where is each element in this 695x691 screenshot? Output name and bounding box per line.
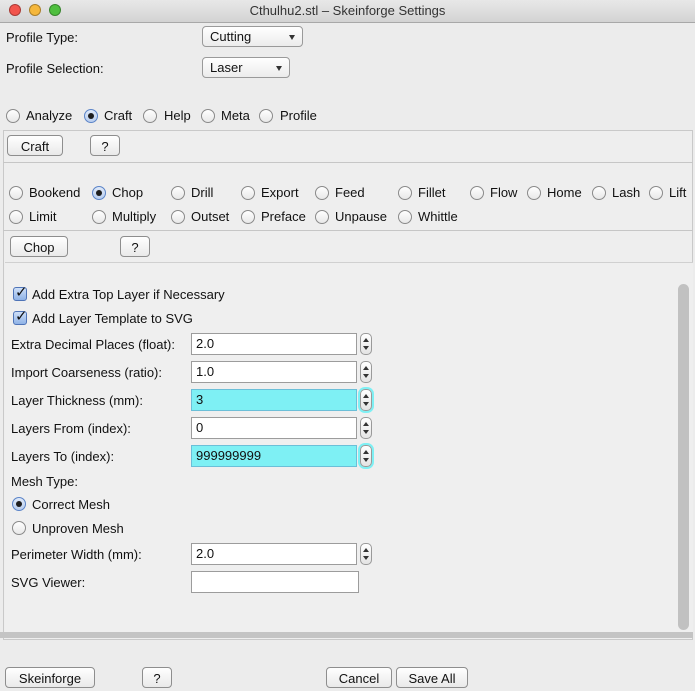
- plugin-flow-label: Flow: [490, 185, 518, 200]
- layer-thickness-stepper[interactable]: [360, 389, 372, 411]
- plugin-bookend-label: Bookend: [29, 185, 81, 200]
- add-extra-top-layer-label: Add Extra Top Layer if Necessary: [32, 287, 225, 302]
- unproven-mesh-label: Unproven Mesh: [32, 521, 124, 536]
- layers-from-stepper[interactable]: [360, 417, 372, 439]
- profile-selection-label: Profile Selection:: [6, 61, 104, 76]
- plugin-lift-label: Lift: [669, 185, 687, 200]
- divider: [3, 162, 693, 163]
- radio-preface[interactable]: [241, 210, 255, 224]
- radio-home[interactable]: [527, 186, 541, 200]
- extra-decimal-places-input[interactable]: 2.0: [191, 333, 357, 355]
- radio-profile[interactable]: [259, 109, 273, 123]
- profile-type-label: Profile Type:: [6, 30, 79, 45]
- svg-viewer-label: SVG Viewer:: [11, 575, 86, 590]
- profile-selection-dropdown[interactable]: Laser: [202, 57, 290, 78]
- radio-help[interactable]: [143, 109, 157, 123]
- tab-profile-label: Profile: [280, 108, 317, 123]
- dropdown-arrow-icon: [276, 66, 282, 71]
- radio-meta[interactable]: [201, 109, 215, 123]
- plugin-chop-label: Chop: [112, 185, 144, 200]
- plugin-whittle-label: Whittle: [418, 209, 458, 224]
- extra-decimal-places-stepper[interactable]: [360, 333, 372, 355]
- plugin-feed-label: Feed: [335, 185, 365, 200]
- top-tabs: Analyze Craft Help Meta Profile: [0, 101, 695, 130]
- perimeter-width-stepper[interactable]: [360, 543, 372, 565]
- add-layer-template-label: Add Layer Template to SVG: [32, 311, 193, 326]
- plugin-lash-label: Lash: [612, 185, 641, 200]
- layer-thickness-input[interactable]: 3: [191, 389, 357, 411]
- plugin-drill-label: Drill: [191, 185, 214, 200]
- skeinforge-button[interactable]: Skeinforge: [5, 667, 95, 688]
- profile-type-dropdown[interactable]: Cutting: [202, 26, 303, 47]
- profile-selection-value: Laser: [210, 60, 243, 75]
- radio-limit[interactable]: [9, 210, 23, 224]
- radio-drill[interactable]: [171, 186, 185, 200]
- craft-help-button[interactable]: ?: [90, 135, 120, 156]
- plugin-outset-label: Outset: [191, 209, 230, 224]
- layer-thickness-label: Layer Thickness (mm):: [11, 393, 143, 408]
- import-coarseness-stepper[interactable]: [360, 361, 372, 383]
- radio-multiply[interactable]: [92, 210, 106, 224]
- radio-chop[interactable]: [92, 186, 106, 200]
- chop-button[interactable]: Chop: [10, 236, 68, 257]
- tab-meta-label: Meta: [221, 108, 250, 123]
- radio-outset[interactable]: [171, 210, 185, 224]
- craft-button[interactable]: Craft: [7, 135, 63, 156]
- dropdown-arrow-icon: [289, 35, 295, 40]
- profile-type-value: Cutting: [210, 29, 252, 44]
- radio-feed[interactable]: [315, 186, 329, 200]
- plugin-export-label: Export: [261, 185, 299, 200]
- radio-export[interactable]: [241, 186, 255, 200]
- save-all-button[interactable]: Save All: [396, 667, 468, 688]
- radio-craft[interactable]: [84, 109, 98, 123]
- perimeter-width-label: Perimeter Width (mm):: [11, 547, 142, 562]
- checkbox-add-layer-template[interactable]: ✓: [13, 308, 28, 325]
- footer-help-button[interactable]: ?: [142, 667, 172, 688]
- svg-viewer-input[interactable]: [191, 571, 359, 593]
- layers-from-label: Layers From (index):: [11, 421, 131, 436]
- radio-lift[interactable]: [649, 186, 663, 200]
- plugin-unpause-label: Unpause: [335, 209, 388, 224]
- radio-unproven-mesh[interactable]: [12, 521, 26, 535]
- plugin-fillet-label: Fillet: [418, 185, 446, 200]
- tab-help-label: Help: [164, 108, 191, 123]
- mesh-type-label: Mesh Type:: [11, 474, 78, 489]
- radio-analyze[interactable]: [6, 109, 20, 123]
- perimeter-width-input[interactable]: 2.0: [191, 543, 357, 565]
- radio-bookend[interactable]: [9, 186, 23, 200]
- extra-decimal-places-label: Extra Decimal Places (float):: [11, 337, 175, 352]
- import-coarseness-input[interactable]: 1.0: [191, 361, 357, 383]
- layers-to-stepper[interactable]: [360, 445, 372, 467]
- plugin-preface-label: Preface: [261, 209, 306, 224]
- radio-unpause[interactable]: [315, 210, 329, 224]
- layers-to-label: Layers To (index):: [11, 449, 115, 464]
- plugin-limit-label: Limit: [29, 209, 57, 224]
- radio-whittle[interactable]: [398, 210, 412, 224]
- layers-to-input[interactable]: 999999999: [191, 445, 357, 467]
- horizontal-scrollbar[interactable]: [0, 632, 693, 638]
- radio-flow[interactable]: [470, 186, 484, 200]
- plugin-multiply-label: Multiply: [112, 209, 157, 224]
- chop-help-button[interactable]: ?: [120, 236, 150, 257]
- checkbox-add-extra-top-layer[interactable]: ✓: [13, 284, 28, 301]
- tab-analyze-label: Analyze: [26, 108, 73, 123]
- vertical-scrollbar-thumb[interactable]: [678, 284, 689, 630]
- cancel-button[interactable]: Cancel: [326, 667, 392, 688]
- tab-craft-label: Craft: [104, 108, 133, 123]
- title-bar: Cthulhu2.stl – Skeinforge Settings: [0, 0, 695, 23]
- window-title: Cthulhu2.stl – Skeinforge Settings: [249, 3, 446, 18]
- radio-lash[interactable]: [592, 186, 606, 200]
- layers-from-input[interactable]: 0: [191, 417, 357, 439]
- import-coarseness-label: Import Coarseness (ratio):: [11, 365, 162, 380]
- radio-fillet[interactable]: [398, 186, 412, 200]
- plugin-home-label: Home: [547, 185, 582, 200]
- correct-mesh-label: Correct Mesh: [32, 497, 111, 512]
- radio-correct-mesh[interactable]: [12, 497, 26, 511]
